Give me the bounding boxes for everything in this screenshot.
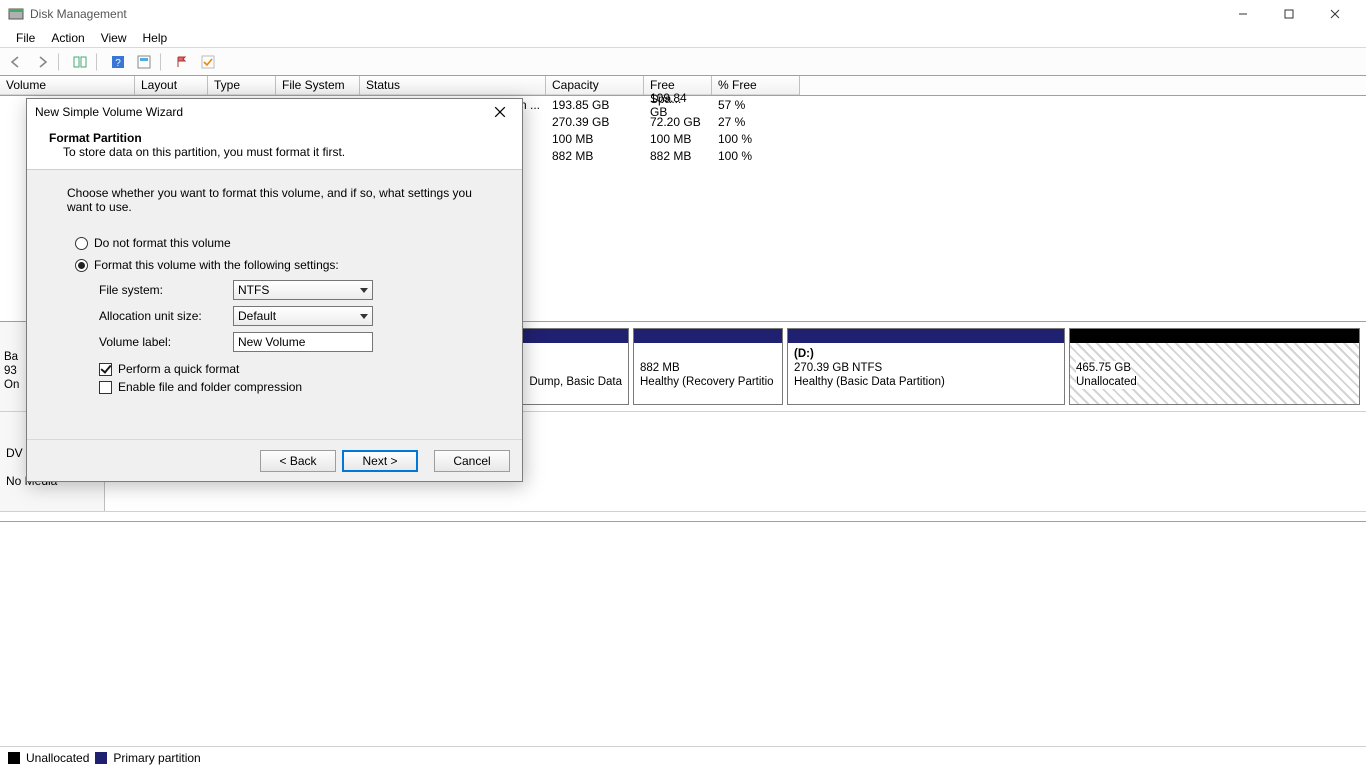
pct-cell: 100 % — [712, 132, 800, 146]
legend-swatch-unalloc — [8, 752, 20, 764]
back-button[interactable]: < Back — [260, 450, 336, 472]
capacity-cell: 882 MB — [546, 149, 644, 163]
dialog-intro: Choose whether you want to format this v… — [61, 186, 488, 214]
capacity-cell: 193.85 GB — [546, 98, 644, 112]
legend-label: Unallocated — [26, 751, 89, 765]
app-icon — [8, 6, 24, 22]
toolbar: ? — [0, 48, 1366, 76]
free-cell: 100 MB — [644, 132, 712, 146]
partition[interactable]: 882 MB Healthy (Recovery Partitio — [633, 328, 783, 405]
col-filesystem[interactable]: File System — [276, 76, 360, 95]
dialog-title: New Simple Volume Wizard — [35, 105, 183, 119]
pct-cell: 100 % — [712, 149, 800, 163]
radio-format-volume[interactable]: Format this volume with the following se… — [75, 258, 488, 272]
menu-help[interactable]: Help — [135, 31, 176, 45]
back-icon[interactable] — [4, 51, 28, 73]
dialog-heading: Format Partition — [49, 131, 500, 145]
close-button[interactable] — [1312, 0, 1358, 28]
dialog-titlebar[interactable]: New Simple Volume Wizard — [27, 99, 522, 125]
legend: Unallocated Primary partition — [0, 746, 1366, 768]
legend-swatch-primary — [95, 752, 107, 764]
checkbox-compression[interactable]: Enable file and folder compression — [99, 380, 488, 394]
pct-cell: 27 % — [712, 115, 800, 129]
partition-unallocated[interactable]: 465.75 GB Unallocated — [1069, 328, 1360, 405]
col-capacity[interactable]: Capacity — [546, 76, 644, 95]
dialog-close-button[interactable] — [486, 101, 514, 123]
allocation-unit-select[interactable]: Default — [233, 306, 373, 326]
help-icon[interactable]: ? — [106, 51, 130, 73]
free-cell: 882 MB — [644, 149, 712, 163]
radio-do-not-format[interactable]: Do not format this volume — [75, 236, 488, 250]
refresh-icon[interactable] — [132, 51, 156, 73]
maximize-button[interactable] — [1266, 0, 1312, 28]
col-pctfree[interactable]: % Free — [712, 76, 800, 95]
free-cell: 72.20 GB — [644, 115, 712, 129]
check-icon[interactable] — [196, 51, 220, 73]
next-button[interactable]: Next > — [342, 450, 418, 472]
checkbox-icon — [99, 363, 112, 376]
menu-view[interactable]: View — [93, 31, 135, 45]
legend-label: Primary partition — [113, 751, 200, 765]
dialog-subheading: To store data on this partition, you mus… — [49, 145, 500, 159]
col-type[interactable]: Type — [208, 76, 276, 95]
checkbox-icon — [99, 381, 112, 394]
menu-file[interactable]: File — [8, 31, 43, 45]
radio-icon — [75, 259, 88, 272]
volume-label-input[interactable]: New Volume — [233, 332, 373, 352]
separator — [58, 53, 64, 71]
dialog-header: Format Partition To store data on this p… — [27, 125, 522, 170]
allocation-label: Allocation unit size: — [99, 309, 233, 323]
file-system-select[interactable]: NTFS — [233, 280, 373, 300]
menubar: File Action View Help — [0, 28, 1366, 48]
show-hide-icon[interactable] — [68, 51, 92, 73]
col-status[interactable]: Status — [360, 76, 546, 95]
radio-icon — [75, 237, 88, 250]
menu-action[interactable]: Action — [43, 31, 92, 45]
checkbox-quick-format[interactable]: Perform a quick format — [99, 362, 488, 376]
col-layout[interactable]: Layout — [135, 76, 208, 95]
pct-cell: 57 % — [712, 98, 800, 112]
flag-icon[interactable] — [170, 51, 194, 73]
dialog-body: Choose whether you want to format this v… — [27, 170, 522, 440]
svg-text:?: ? — [115, 58, 121, 69]
col-volume[interactable]: Volume — [0, 76, 135, 95]
separator — [160, 53, 166, 71]
dialog-footer: < Back Next > Cancel — [27, 439, 522, 481]
fs-label: File system: — [99, 283, 233, 297]
forward-icon[interactable] — [30, 51, 54, 73]
titlebar: Disk Management — [0, 0, 1366, 28]
capacity-cell: 270.39 GB — [546, 115, 644, 129]
capacity-cell: 100 MB — [546, 132, 644, 146]
window-title: Disk Management — [30, 7, 127, 21]
minimize-button[interactable] — [1220, 0, 1266, 28]
partition-d[interactable]: (D:) 270.39 GB NTFS Healthy (Basic Data … — [787, 328, 1065, 405]
new-simple-volume-wizard: New Simple Volume Wizard Format Partitio… — [26, 98, 523, 482]
separator — [96, 53, 102, 71]
volume-label-label: Volume label: — [99, 335, 233, 349]
cancel-button[interactable]: Cancel — [434, 450, 510, 472]
